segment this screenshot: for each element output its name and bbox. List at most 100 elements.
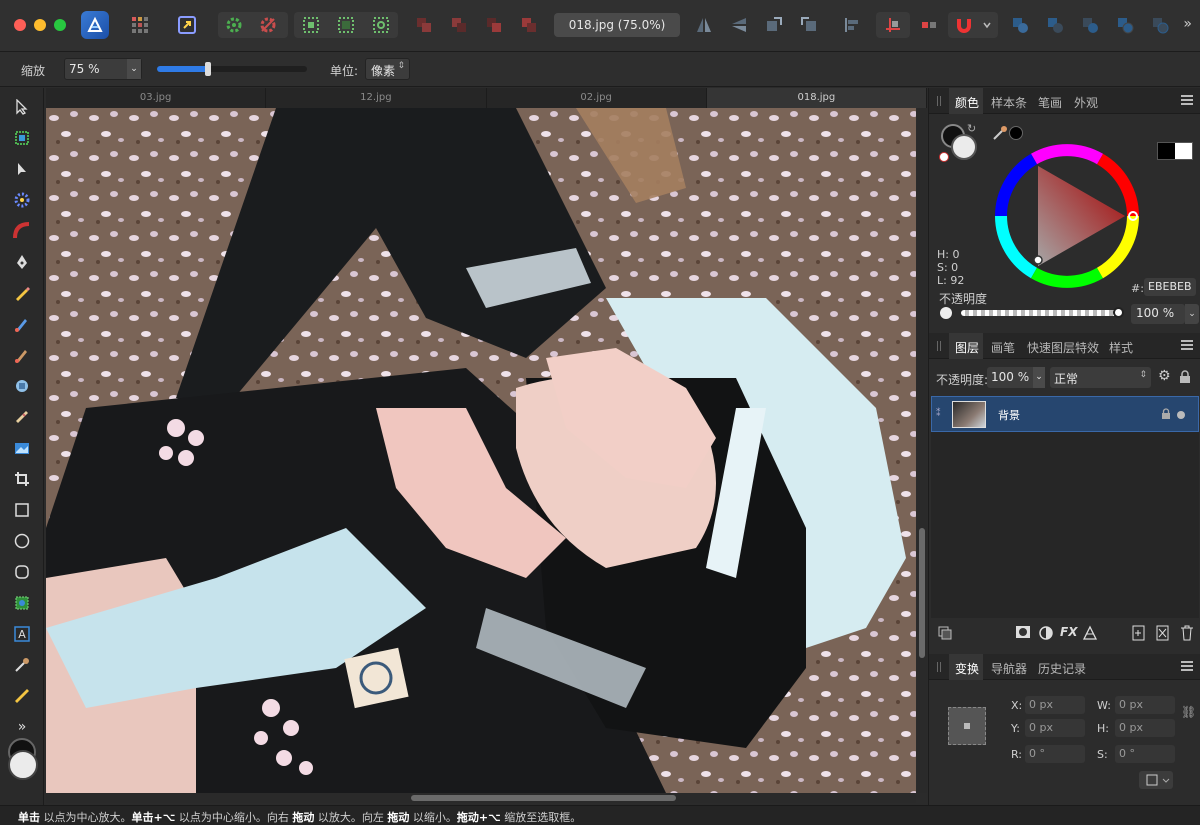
document-canvas[interactable] [46,108,916,793]
hex-input[interactable]: EBEBEB [1144,278,1196,296]
doc-tab-018[interactable]: 018.jpg [706,88,927,108]
layer-locked-icon[interactable] [1161,408,1171,423]
rectangle-tool-icon[interactable] [10,498,34,522]
zoom-slider-knob[interactable] [205,62,211,76]
live-filter-icon[interactable] [1082,625,1098,644]
add-mask-icon[interactable] [1015,625,1031,642]
add-pixel-layer-icon[interactable] [1156,625,1170,644]
crop-selection-tool-icon[interactable] [10,126,34,150]
fill-color-well[interactable] [951,134,977,160]
link-aspect-ratio-icon[interactable]: ⛓ [1181,705,1196,719]
tab-transform[interactable]: 变换 [955,660,979,677]
toolbar-overflow-chevron-icon[interactable]: » [1183,16,1192,32]
doc-tab-12[interactable]: 12.jpg [266,88,487,108]
delete-layer-trash-icon[interactable] [1180,625,1194,644]
affinity-photo-logo-icon[interactable] [81,11,109,39]
expand-tools-chevron-icon[interactable]: » [10,715,34,739]
tab-appearance[interactable]: 外观 [1074,94,1098,111]
boolean-add-icon[interactable] [1008,13,1032,37]
layer-opacity-chevron-down-icon[interactable]: ⌄ [1033,367,1045,388]
horizontal-scroll-thumb[interactable] [411,795,676,801]
color-wheel[interactable] [993,142,1141,293]
magnet-icon[interactable] [952,13,976,37]
pen-tool-icon[interactable] [10,250,34,274]
shear-input[interactable]: 0 ° [1115,745,1175,763]
move-tool-icon[interactable] [10,95,34,119]
pencil-tool-icon[interactable] [10,281,34,305]
layer-row-background[interactable]: ⁑ 背景 [931,396,1199,432]
color-opacity-input[interactable]: 100 % [1131,304,1185,324]
zoom-dropdown-chevron-down-icon[interactable]: ⌄ [127,59,141,79]
layer-lock-icon[interactable] [1179,370,1191,387]
rounded-rectangle-tool-icon[interactable] [10,560,34,584]
tab-fx[interactable]: 快速图层特效 [1027,339,1099,356]
panel-grip-icon[interactable] [937,662,941,672]
doc-tab-02[interactable]: 02.jpg [487,88,707,108]
persona-grid-icon[interactable] [128,13,152,37]
image-place-tool-icon[interactable] [10,436,34,460]
w-input[interactable]: 0 px [1115,696,1175,714]
flood-select-tool-icon[interactable] [10,188,34,212]
boolean-xor-icon[interactable] [1113,13,1137,37]
tab-navigator[interactable]: 导航器 [991,660,1027,677]
layer-settings-gear-icon[interactable]: ⚙ [1158,368,1171,384]
text-tool-icon[interactable]: A [10,622,34,646]
h-input[interactable]: 0 px [1115,719,1175,737]
boolean-subtract-icon[interactable] [1043,13,1067,37]
layers-panel-menu-icon[interactable] [1181,340,1193,350]
clone-brush-tool-icon[interactable] [10,374,34,398]
paint-brush-tool-icon[interactable] [10,312,34,336]
arrange-forward-icon[interactable] [482,13,506,37]
unit-select[interactable]: 像素 ⇕ [365,58,410,80]
export-persona-icon[interactable] [175,13,199,37]
window-minimize-button[interactable] [34,19,46,31]
layer-copy-icon[interactable] [938,626,952,643]
zoom-slider[interactable] [157,62,307,76]
crop-tool-icon[interactable] [10,467,34,491]
tab-styles[interactable]: 样式 [1109,339,1133,356]
measure-tool-icon[interactable] [10,684,34,708]
window-close-button[interactable] [14,19,26,31]
window-maximize-button[interactable] [54,19,66,31]
y-input[interactable]: 0 px [1025,719,1085,737]
tab-stroke[interactable]: 笔画 [1038,94,1062,111]
tab-brushes[interactable]: 画笔 [991,339,1015,356]
color-panel-menu-icon[interactable] [1181,95,1193,105]
flip-vertical-icon[interactable] [727,13,751,37]
canvas-horizontal-scrollbar[interactable] [46,793,916,803]
arrange-back-icon[interactable] [412,13,436,37]
tab-color[interactable]: 颜色 [955,94,979,111]
canvas-vertical-scrollbar[interactable] [917,108,927,793]
adjustment-icon[interactable] [1038,625,1054,644]
tab-swatches[interactable]: 样本条 [991,94,1027,111]
fx-icon[interactable]: FX [1060,625,1077,639]
color-opacity-knob[interactable] [1113,307,1124,318]
panel-grip-icon[interactable] [937,341,941,351]
layer-expand-icon[interactable]: ⁑ [936,409,941,419]
arrange-backward-icon[interactable] [447,13,471,37]
color-opacity-chevron-down-icon[interactable]: ⌄ [1185,304,1199,324]
gear-settings-icon[interactable] [222,13,246,37]
zoom-input[interactable]: 75 % ⌄ [64,58,142,80]
deselect-icon[interactable] [334,13,358,37]
healing-brush-tool-icon[interactable] [10,405,34,429]
ellipse-tool-icon[interactable] [10,529,34,553]
freehand-selection-tool-icon[interactable] [10,591,34,615]
color-replacement-brush-icon[interactable] [10,343,34,367]
assistant-off-icon[interactable] [256,13,280,37]
add-layer-icon[interactable] [1132,625,1146,644]
document-title[interactable]: 018.jpg (75.0%) [554,13,680,37]
primary-color-swatch[interactable] [8,750,38,780]
tab-layers[interactable]: 图层 [955,339,979,356]
transform-origin-button[interactable] [1139,771,1173,789]
x-input[interactable]: 0 px [1025,696,1085,714]
blend-mode-select[interactable]: 正常 ⇕ [1050,367,1151,388]
layer-opacity-input[interactable]: 100 % ⌄ [987,367,1045,388]
tab-history[interactable]: 历史记录 [1038,660,1086,677]
boolean-intersect-icon[interactable] [1078,13,1102,37]
select-all-icon[interactable] [299,13,323,37]
anchor-point-selector[interactable] [948,707,986,745]
swap-colors-icon[interactable]: ↻ [967,122,976,135]
panel-grip-icon[interactable] [937,96,941,106]
snapping-toggle-icon[interactable] [917,13,941,37]
